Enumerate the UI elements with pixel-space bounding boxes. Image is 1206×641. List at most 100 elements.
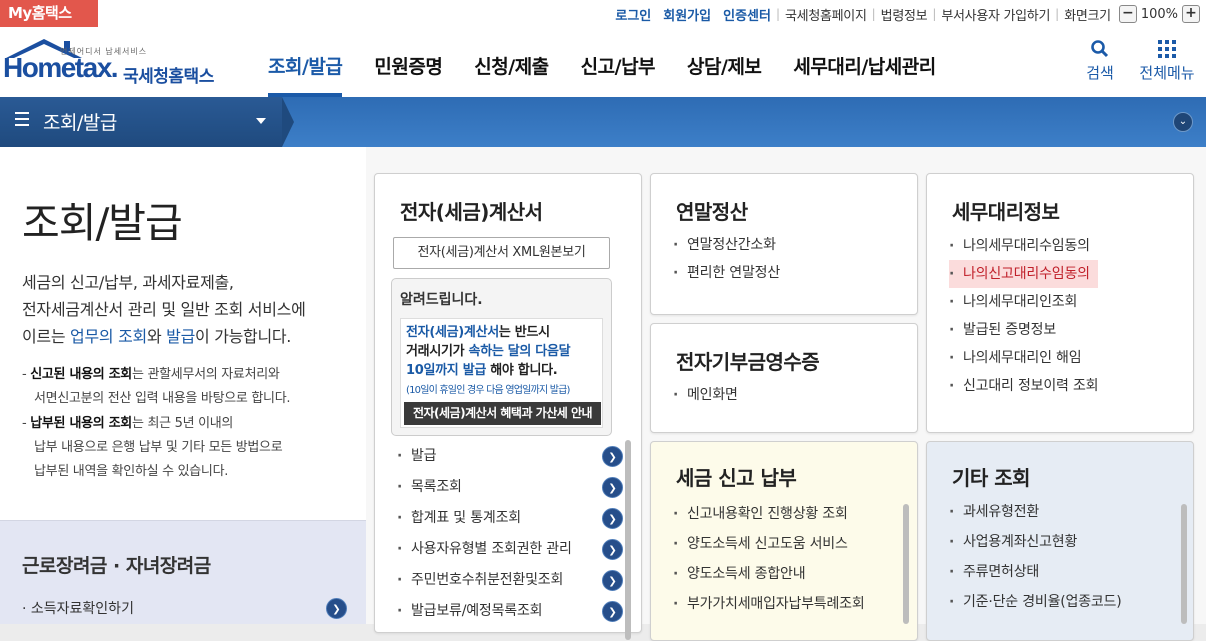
intro-description: 세금의 신고/납부, 과세자료제출, 전자세금계산서 관리 및 일반 조회 서비… bbox=[22, 269, 306, 350]
gnb-inquiry-issue[interactable]: 조회/발급 bbox=[268, 28, 343, 97]
benefit-penalty-button[interactable]: 전자(세금)계산서 혜택과 가산세 안내 bbox=[404, 402, 601, 425]
all-menu-button[interactable]: 전체메뉴 bbox=[1136, 38, 1198, 83]
list-item[interactable]: 부가가치세매입자납부특례조회 bbox=[673, 589, 865, 619]
list-item[interactable]: 과세유형전환 bbox=[949, 497, 1122, 527]
list-item[interactable]: 발급보류/예정목록조회 ❯ bbox=[397, 597, 623, 628]
list-item[interactable]: 신고내용확인 진행상황 조회 bbox=[673, 499, 865, 529]
cert-center-link[interactable]: 인증센터 bbox=[723, 5, 771, 24]
zoom-in-button[interactable]: + bbox=[1182, 5, 1200, 23]
list-item[interactable]: 나의세무대리인 해임 bbox=[949, 344, 1098, 372]
search-button[interactable]: 검색 bbox=[1083, 38, 1117, 83]
notice-title: 알려드립니다. bbox=[400, 292, 483, 308]
go-arrow-icon[interactable]: ❯ bbox=[602, 508, 623, 529]
screen-size-label: 화면크기 bbox=[1064, 8, 1111, 24]
scrollbar[interactable] bbox=[625, 440, 631, 640]
main-header: 언제어디서 납세서비스 Hometax. 국세청홈택스 조회/발급 민원증명 신… bbox=[0, 28, 1206, 97]
login-link[interactable]: 로그인 bbox=[615, 5, 651, 24]
scrollbar[interactable] bbox=[903, 504, 909, 624]
taxagent-title: 세무대리정보 bbox=[952, 200, 1060, 224]
section-selector[interactable]: 조회/발급 bbox=[0, 97, 282, 147]
list-item[interactable]: 양도소득세 신고도움 서비스 bbox=[673, 529, 865, 559]
gnb-consult-report[interactable]: 상담/제보 bbox=[687, 28, 762, 97]
notice-text-part: 는 반드시 bbox=[498, 325, 550, 340]
content-area: 조회/발급 세금의 신고/납부, 과세자료제출, 전자세금계산서 관리 및 일반… bbox=[0, 147, 1206, 641]
list-item-label: 주민번호수취분전환및조회 bbox=[411, 572, 564, 588]
notice-emphasis: 10일까지 발급 bbox=[406, 363, 487, 378]
list-item[interactable]: 나의세무대리수임동의 bbox=[949, 232, 1098, 260]
list-item[interactable]: 양도소득세 종합안내 bbox=[673, 559, 865, 589]
dept-signup-link[interactable]: 부서사용자 가입하기 bbox=[941, 5, 1050, 24]
list-item[interactable]: 발급된 증명정보 bbox=[949, 316, 1098, 344]
xml-view-button[interactable]: 전자(세금)계산서 XML원본보기 bbox=[393, 237, 610, 269]
grid-menu-icon bbox=[1136, 38, 1198, 62]
logo-korean: 국세청홈택스 bbox=[123, 67, 214, 87]
search-label: 검색 bbox=[1086, 64, 1114, 82]
utility-bar: My홈택스 로그인 회원가입 인증센터 | 국세청홈페이지 | 법령정보 | 부… bbox=[0, 0, 1206, 28]
list-item[interactable]: 합계표 및 통계조회 ❯ bbox=[397, 504, 623, 535]
location-bar: 조회/발급 ⌄ bbox=[0, 97, 1206, 147]
go-arrow-icon[interactable]: ❯ bbox=[602, 539, 623, 560]
list-item[interactable]: 나의세무대리인조회 bbox=[949, 288, 1098, 316]
gnb-apply-submit[interactable]: 신청/제출 bbox=[474, 28, 549, 97]
list-item[interactable]: 메인화면 bbox=[673, 381, 738, 409]
list-item-label: 합계표 및 통계조회 bbox=[411, 510, 521, 526]
zoom-out-button[interactable]: − bbox=[1118, 5, 1137, 23]
list-item-label: 목록조회 bbox=[411, 479, 462, 495]
note-bold: 납부된 내용의 조회 bbox=[30, 416, 132, 431]
list-item[interactable]: 사용자유형별 조회권한 관리 ❯ bbox=[397, 535, 623, 566]
law-info-link[interactable]: 법령정보 bbox=[881, 5, 928, 24]
etc-card: 기타 조회 과세유형전환 사업용계좌신고현황 주류면허상태 기준·단순 경비율(… bbox=[926, 441, 1194, 641]
scrollbar[interactable] bbox=[1181, 504, 1187, 624]
list-item[interactable]: 주민번호수취분전환및조회 ❯ bbox=[397, 566, 623, 597]
go-arrow-icon[interactable]: ❯ bbox=[602, 570, 623, 591]
filing-card: 세금 신고 납부 신고내용확인 진행상황 조회 양도소득세 신고도움 서비스 양… bbox=[650, 441, 918, 641]
list-item[interactable]: 편리한 연말정산 bbox=[673, 259, 780, 287]
filing-menu: 신고내용확인 진행상황 조회 양도소득세 신고도움 서비스 양도소득세 종합안내… bbox=[673, 499, 865, 619]
einvoice-card: 전자(세금)계산서 전자(세금)계산서 XML원본보기 알려드립니다. 전자(세… bbox=[374, 173, 642, 640]
note-line: 서면신고분의 전산 입력 내용을 바탕으로 합니다. bbox=[34, 391, 291, 406]
dropdown-arrow-icon bbox=[256, 118, 266, 124]
notice-text: 전자(세금)계산서는 반드시 거래시기가 속하는 달의 다음달 10일까지 발급… bbox=[406, 323, 601, 380]
list-item[interactable]: 신고대리 정보이력 조회 bbox=[949, 372, 1099, 400]
donation-card: 전자기부금영수증 메인화면 bbox=[650, 323, 918, 433]
desc-line: 전자세금계산서 관리 및 일반 조회 서비스에 bbox=[22, 300, 306, 319]
list-item[interactable]: 주류면허상태 bbox=[949, 557, 1122, 587]
divider: | bbox=[1055, 7, 1060, 21]
list-item[interactable]: 사업용계좌신고현황 bbox=[949, 527, 1122, 557]
list-item-label: 발급보류/예정목록조회 bbox=[411, 603, 543, 619]
chevron-down-icon[interactable]: ⌄ bbox=[1173, 112, 1193, 132]
list-item[interactable]: 기준·단순 경비율(업종코드) bbox=[949, 587, 1122, 617]
taxagent-card: 세무대리정보 나의세무대리수임동의 나의신고대리수임동의 나의세무대리인조회 발… bbox=[926, 173, 1194, 433]
incentive-item[interactable]: · 소득자료확인하기 bbox=[22, 598, 134, 618]
desc-emphasis: 업무의 조회 bbox=[70, 327, 147, 346]
notice-holiday-note: (10일이 휴일인 경우 다음 영업일까지 발급) bbox=[406, 385, 570, 396]
nts-home-link[interactable]: 국세청홈페이지 bbox=[785, 5, 867, 24]
go-arrow-icon[interactable]: ❯ bbox=[326, 598, 347, 619]
intro-panel: 조회/발급 세금의 신고/납부, 과세자료제출, 전자세금계산서 관리 및 일반… bbox=[0, 147, 366, 624]
list-item[interactable]: 목록조회 ❯ bbox=[397, 473, 623, 504]
list-item-highlighted[interactable]: 나의신고대리수임동의 bbox=[949, 260, 1099, 288]
gnb-civil-certificate[interactable]: 민원증명 bbox=[374, 28, 442, 97]
note-line: 납부된 내역을 확인하실 수 있습니다. bbox=[34, 464, 229, 479]
incentive-panel: 근로장려금 · 자녀장려금 · 소득자료확인하기 ❯ bbox=[0, 520, 366, 624]
hometax-logo[interactable]: 언제어디서 납세서비스 Hometax. 국세청홈택스 bbox=[0, 38, 230, 88]
desc-text: 이 가능합니다. bbox=[195, 327, 292, 346]
note-bold: 신고된 내용의 조회 bbox=[30, 367, 132, 382]
einvoice-title: 전자(세금)계산서 bbox=[400, 200, 543, 224]
signup-link[interactable]: 회원가입 bbox=[663, 5, 711, 24]
gnb-file-pay[interactable]: 신고/납부 bbox=[581, 28, 656, 97]
gnb-tax-agent[interactable]: 세무대리/납세관리 bbox=[793, 28, 936, 97]
utility-links: 로그인 회원가입 인증센터 | 국세청홈페이지 | 법령정보 | 부서사용자 가… bbox=[603, 3, 1200, 25]
my-hometax-badge[interactable]: My홈택스 bbox=[0, 0, 98, 27]
yearend-title: 연말정산 bbox=[676, 200, 748, 224]
note-line: - 신고된 내용의 조회는 관할세무서의 자료처리와 bbox=[22, 367, 280, 382]
all-menu-label: 전체메뉴 bbox=[1139, 64, 1195, 82]
go-arrow-icon[interactable]: ❯ bbox=[602, 446, 623, 467]
notice-text-part: 거래시기가 bbox=[406, 344, 469, 359]
go-arrow-icon[interactable]: ❯ bbox=[602, 477, 623, 498]
go-arrow-icon[interactable]: ❯ bbox=[602, 601, 623, 622]
notice-line: 10일까지 발급 해야 합니다. bbox=[406, 361, 601, 380]
notice-line: 전자(세금)계산서는 반드시 bbox=[406, 323, 601, 342]
list-item[interactable]: 발급 ❯ bbox=[397, 442, 623, 473]
list-item[interactable]: 연말정산간소화 bbox=[673, 231, 780, 259]
